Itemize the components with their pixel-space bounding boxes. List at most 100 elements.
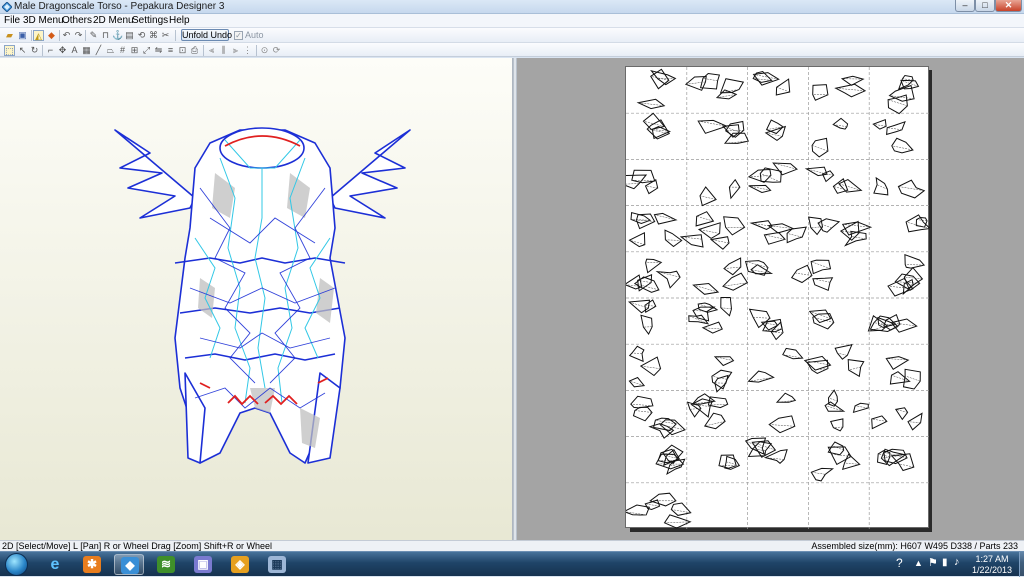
unfolded-part[interactable] xyxy=(810,310,831,323)
unfolded-part[interactable] xyxy=(848,360,864,377)
align-right-icon[interactable]: ⫸ xyxy=(230,45,241,56)
maximize-button[interactable]: □ xyxy=(975,0,995,12)
unfolded-part[interactable] xyxy=(905,255,924,268)
unfolded-part[interactable] xyxy=(650,493,676,506)
unfolded-part[interactable] xyxy=(645,500,659,510)
unfolded-part[interactable] xyxy=(812,138,828,157)
show-desktop-button[interactable] xyxy=(1019,552,1024,577)
grid-icon[interactable]: ⊡ xyxy=(177,45,188,56)
distribute-icon[interactable]: ⋮ xyxy=(242,45,253,56)
edit-icon[interactable]: ✎ xyxy=(88,30,99,41)
unfolded-part[interactable] xyxy=(777,393,795,402)
fold-icon[interactable]: ⟲ xyxy=(136,30,147,41)
internet-explorer-taskbar-button[interactable]: e xyxy=(40,554,70,575)
unfolded-part[interactable] xyxy=(811,468,832,481)
unfolded-part[interactable] xyxy=(711,237,729,250)
3d-view-pane[interactable] xyxy=(0,58,513,540)
unfolded-part[interactable] xyxy=(729,180,740,199)
join-icon[interactable]: ⌘ xyxy=(148,30,159,41)
unfolded-part[interactable] xyxy=(898,180,924,198)
unfolded-part[interactable] xyxy=(634,407,653,421)
anchor-icon[interactable]: ⚓ xyxy=(112,30,123,41)
blender-taskbar-button[interactable]: ✱ xyxy=(77,554,107,575)
unfolded-part[interactable] xyxy=(724,217,745,235)
unfolded-part[interactable] xyxy=(765,450,787,464)
network-icon[interactable]: ▮ xyxy=(942,557,948,568)
refresh-icon[interactable]: ⟳ xyxy=(271,45,282,56)
unfolded-part[interactable] xyxy=(657,271,680,288)
unfolded-part[interactable] xyxy=(693,284,718,295)
align-center-icon[interactable]: ⫼ xyxy=(218,45,229,56)
unfolded-part[interactable] xyxy=(823,171,834,182)
unfolded-part[interactable] xyxy=(629,378,644,387)
unfolded-part[interactable] xyxy=(892,138,913,153)
save-icon[interactable]: ▣ xyxy=(17,30,28,41)
unfolded-part[interactable] xyxy=(715,357,734,366)
unfolded-part[interactable] xyxy=(843,222,871,235)
vegetation-taskbar-button[interactable]: ≋ xyxy=(151,554,181,575)
move-icon[interactable]: ✥ xyxy=(57,45,68,56)
menu-help[interactable]: Help xyxy=(169,15,190,27)
mirror-icon[interactable]: ⇋ xyxy=(153,45,164,56)
unfolded-part[interactable] xyxy=(651,69,669,88)
line-icon[interactable]: ╱ xyxy=(93,45,104,56)
open-icon[interactable]: ▰ xyxy=(4,30,15,41)
image-icon[interactable]: ▦ xyxy=(81,45,92,56)
layout-icon[interactable]: ⊞ xyxy=(129,45,140,56)
start-button[interactable] xyxy=(5,553,28,576)
torso-3d-model[interactable] xyxy=(0,58,513,540)
unfolded-part[interactable] xyxy=(809,217,823,234)
unfolded-part[interactable] xyxy=(626,175,646,189)
unfolded-part[interactable] xyxy=(626,505,649,515)
flap-icon[interactable]: ⊓ xyxy=(100,30,111,41)
minimize-button[interactable]: – xyxy=(955,0,975,12)
number-icon[interactable]: # xyxy=(117,45,128,56)
unfolded-part[interactable] xyxy=(671,503,690,515)
flag-icon[interactable]: ⚑ xyxy=(928,556,938,569)
text-icon[interactable]: A xyxy=(69,45,80,56)
unfolded-part[interactable] xyxy=(813,278,833,291)
unfolded-part[interactable] xyxy=(696,212,713,226)
scale-icon[interactable]: ⤢ xyxy=(141,45,152,56)
unfolded-parts-layout[interactable] xyxy=(626,67,930,529)
unfolded-part[interactable] xyxy=(831,419,843,431)
rotate-part-icon[interactable]: ↻ xyxy=(29,45,40,56)
unfolded-part[interactable] xyxy=(629,300,649,313)
rotate-left-icon[interactable]: ↶ xyxy=(61,30,72,41)
help-tray-icon[interactable]: ? xyxy=(896,556,903,570)
align-icon[interactable]: ≡ xyxy=(165,45,176,56)
unfolded-part[interactable] xyxy=(698,120,727,133)
select-tool-icon[interactable]: ⬚ xyxy=(4,45,15,56)
pointer-icon[interactable]: ↖ xyxy=(17,45,28,56)
unfolded-part[interactable] xyxy=(699,223,720,239)
unfolded-part[interactable] xyxy=(811,260,830,274)
calculator-taskbar-button[interactable]: ▦ xyxy=(262,554,292,575)
menu-2d[interactable]: 2D Menu xyxy=(93,15,134,27)
unfolded-part[interactable] xyxy=(631,396,653,408)
unfolded-part[interactable] xyxy=(783,348,803,358)
unfolded-part[interactable] xyxy=(839,180,861,193)
unfolded-part[interactable] xyxy=(896,408,908,420)
unfolded-part[interactable] xyxy=(904,369,921,389)
unfolded-part[interactable] xyxy=(773,163,797,175)
unfolded-part[interactable] xyxy=(641,315,652,334)
pepakura-taskbar-button[interactable]: ◆ xyxy=(114,554,144,575)
paper-sheet[interactable] xyxy=(625,66,929,528)
flap-edit-icon[interactable]: ⏢ xyxy=(105,45,116,56)
close-button[interactable]: ✕ xyxy=(995,0,1022,12)
unfolded-part[interactable] xyxy=(705,413,725,429)
unfolded-part[interactable] xyxy=(712,370,732,389)
show-hidden-icons-icon[interactable]: ▲ xyxy=(914,558,923,568)
unfolded-part[interactable] xyxy=(854,403,869,412)
unfolded-part[interactable] xyxy=(630,233,645,247)
page-icon[interactable]: ▤ xyxy=(124,30,135,41)
unfolded-part[interactable] xyxy=(813,85,828,101)
menu-file[interactable]: File xyxy=(4,15,20,27)
volume-icon[interactable]: ♪ xyxy=(954,556,960,568)
zoom-icon[interactable]: ⊙ xyxy=(259,45,270,56)
unfolded-part[interactable] xyxy=(901,80,919,89)
print-icon[interactable]: ⎙ xyxy=(189,45,200,56)
split-icon[interactable]: ✂ xyxy=(160,30,171,41)
model-icon[interactable]: ◆ xyxy=(46,30,57,41)
unfolded-part[interactable] xyxy=(769,416,795,433)
